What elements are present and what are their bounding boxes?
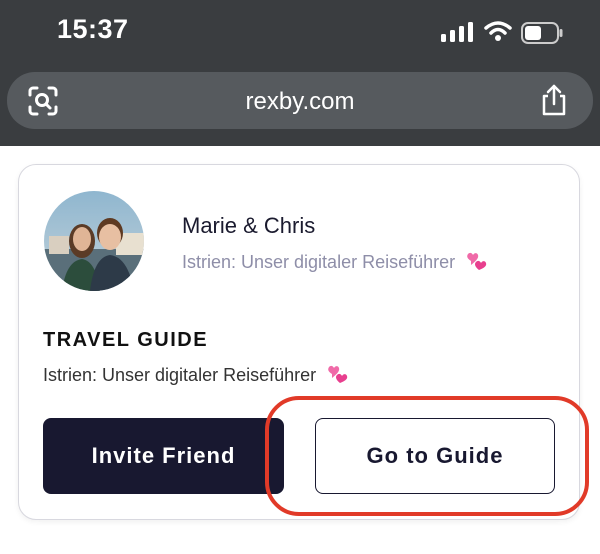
author-avatar[interactable] — [44, 191, 144, 291]
guide-description-text: Istrien: Unser digitaler Reiseführer — [43, 365, 317, 385]
two-hearts-icon — [467, 252, 487, 270]
status-time: 15:37 — [57, 14, 129, 44]
go-to-guide-button[interactable]: Go to Guide — [315, 418, 555, 494]
battery-icon — [521, 22, 563, 44]
travel-guide-card: Marie & Chris Istrien: Unser digitaler R… — [18, 164, 580, 520]
two-hearts-icon — [328, 365, 348, 383]
wifi-icon — [484, 21, 512, 41]
guide-description: Istrien: Unser digitaler Reiseführer — [43, 364, 349, 386]
section-title: TRAVEL GUIDE — [43, 329, 209, 351]
address-bar[interactable]: rexby.com — [7, 72, 593, 129]
url-text[interactable]: rexby.com — [7, 88, 593, 116]
browser-chrome: 15:37 rexby.com — [0, 0, 600, 146]
share-icon[interactable] — [539, 83, 569, 117]
invite-friend-button[interactable]: Invite Friend — [43, 418, 284, 494]
author-subtitle-text: Istrien: Unser digitaler Reiseführer — [182, 252, 456, 272]
cellular-signal-icon — [441, 22, 473, 42]
author-subtitle: Istrien: Unser digitaler Reiseführer — [182, 251, 488, 273]
author-name[interactable]: Marie & Chris — [182, 213, 315, 239]
